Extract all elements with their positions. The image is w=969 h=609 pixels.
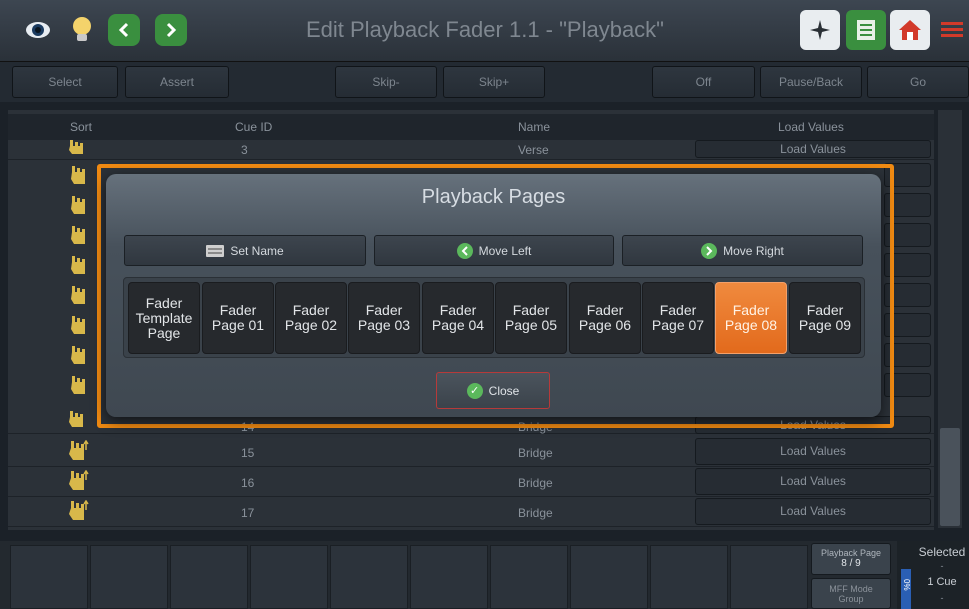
arrow-left-icon xyxy=(456,242,473,259)
load-values-button[interactable]: Load Values xyxy=(695,468,931,495)
mff-mode-value: Group xyxy=(838,594,864,604)
sort-hand-icon[interactable] xyxy=(66,411,88,431)
load-values-header[interactable]: Load Values xyxy=(778,120,844,134)
fader-slot[interactable] xyxy=(730,545,808,609)
cue-id-cell: 15 xyxy=(241,446,255,460)
selected-panel: 0% Selected - 1 Cue - xyxy=(897,541,969,609)
fader-slot[interactable] xyxy=(410,545,488,609)
selected-label: Selected xyxy=(918,545,966,559)
pause-back-button[interactable]: Pause/Back xyxy=(760,66,862,98)
load-values-button[interactable]: Load Values xyxy=(695,498,931,525)
fader-slot[interactable] xyxy=(330,545,408,609)
title-bar: Edit Playback Fader 1.1 - "Playback" xyxy=(0,0,969,62)
selected-dash: - xyxy=(940,561,944,571)
page-button-04[interactable]: Fader Page 04 xyxy=(422,282,494,354)
table-header: Sort Cue ID Name Load Values xyxy=(8,114,934,140)
mff-mode-button[interactable]: MFF Mode Group xyxy=(811,578,891,609)
menu-icon[interactable] xyxy=(934,10,969,50)
sort-hand-icon[interactable] xyxy=(66,440,90,464)
bulb-icon[interactable] xyxy=(62,10,102,50)
cue-name-cell: Bridge xyxy=(518,506,553,520)
name-header[interactable]: Name xyxy=(518,120,550,134)
cue-name-cell: Bridge xyxy=(518,476,553,490)
chevron-right-icon[interactable] xyxy=(155,14,187,46)
page-button-07[interactable]: Fader Page 07 xyxy=(642,282,714,354)
load-values-button[interactable]: Load Values xyxy=(695,438,931,465)
set-name-label: Set Name xyxy=(230,243,284,258)
fader-slot[interactable] xyxy=(170,545,248,609)
fader-slot[interactable] xyxy=(490,545,568,609)
page-button-02[interactable]: Fader Page 02 xyxy=(275,282,347,354)
go-button[interactable]: Go xyxy=(867,66,969,98)
fader-slot[interactable] xyxy=(650,545,728,609)
playback-toolbar: Select Assert Skip- Skip+ Off Pause/Back… xyxy=(0,62,969,102)
playback-page-label: Playback Page xyxy=(820,548,882,558)
skip-back-button[interactable]: Skip- xyxy=(335,66,437,98)
sort-hand-icon[interactable] xyxy=(66,140,88,158)
mff-mode-label: MFF Mode xyxy=(829,584,873,594)
page-button-03[interactable]: Fader Page 03 xyxy=(348,282,420,354)
home-icon[interactable] xyxy=(890,10,930,50)
page-button-template[interactable]: Fader Template Page xyxy=(128,282,200,354)
move-left-label: Move Left xyxy=(478,243,532,258)
cue-name-cell: Bridge xyxy=(518,446,553,460)
playback-pages-dialog: Playback Pages Set Name Move Left Move R… xyxy=(106,174,881,417)
scrollbar-thumb[interactable] xyxy=(940,428,960,526)
page-button-06[interactable]: Fader Page 06 xyxy=(569,282,641,354)
chevron-left-icon[interactable] xyxy=(108,14,140,46)
fader-slot[interactable] xyxy=(10,545,88,609)
sort-header[interactable]: Sort xyxy=(70,120,92,134)
sort-hand-icon[interactable] xyxy=(66,470,90,494)
level-bar: 0% xyxy=(901,569,911,609)
sparkle-icon[interactable] xyxy=(800,10,840,50)
cue-id-cell: 17 xyxy=(241,506,255,520)
table-scrollbar[interactable] xyxy=(938,110,962,528)
cue-name-cell: Verse xyxy=(518,143,549,157)
page-title: Edit Playback Fader 1.1 - "Playback" xyxy=(305,17,664,42)
cue-id-cell: 3 xyxy=(241,143,248,157)
playback-page-value: 8 / 9 xyxy=(841,558,861,569)
move-right-button[interactable]: Move Right xyxy=(622,235,863,266)
keyboard-icon xyxy=(206,244,225,257)
fader-slot[interactable] xyxy=(250,545,328,609)
sort-hand-icon[interactable] xyxy=(66,164,90,414)
cue-id-cell: 16 xyxy=(241,476,255,490)
assert-button[interactable]: Assert xyxy=(125,66,229,98)
select-button[interactable]: Select xyxy=(12,66,118,98)
table-row[interactable]: 17 Bridge Load Values xyxy=(8,497,934,527)
close-label: Close xyxy=(488,383,520,398)
level-percent: 0% xyxy=(902,579,911,591)
table-row[interactable]: 3 Verse Load Values xyxy=(8,140,934,160)
off-button[interactable]: Off xyxy=(652,66,755,98)
spreadsheet-icon[interactable] xyxy=(846,10,886,50)
move-left-button[interactable]: Move Left xyxy=(374,235,614,266)
check-icon: ✓ xyxy=(466,382,483,399)
cue-id-header[interactable]: Cue ID xyxy=(235,120,272,134)
move-right-label: Move Right xyxy=(723,243,784,258)
hidden-rows-sort-column xyxy=(66,164,90,419)
eye-icon[interactable] xyxy=(18,10,58,50)
sort-hand-icon[interactable] xyxy=(66,500,90,524)
set-name-button[interactable]: Set Name xyxy=(124,235,366,266)
pages-grid: Fader Template Page Fader Page 01 Fader Page… xyxy=(123,277,865,358)
page-button-05[interactable]: Fader Page 05 xyxy=(495,282,567,354)
close-button[interactable]: ✓ Close xyxy=(436,372,550,409)
dialog-title: Playback Pages xyxy=(421,186,566,208)
table-row[interactable]: 16 Bridge Load Values xyxy=(8,467,934,497)
fader-slot[interactable] xyxy=(570,545,648,609)
load-values-button[interactable]: Load Values xyxy=(695,140,931,158)
arrow-right-icon xyxy=(701,242,718,259)
page-button-09[interactable]: Fader Page 09 xyxy=(789,282,861,354)
playback-page-button[interactable]: Playback Page 8 / 9 xyxy=(811,543,891,575)
page-button-01[interactable]: Fader Page 01 xyxy=(202,282,274,354)
skip-forward-button[interactable]: Skip+ xyxy=(443,66,545,98)
selected-value: 1 Cue xyxy=(927,576,957,588)
table-row[interactable]: 15 Bridge Load Values xyxy=(8,437,934,467)
page-button-08-active[interactable]: Fader Page 08 xyxy=(715,282,787,354)
selected-dash: - xyxy=(940,593,944,603)
fader-slot[interactable] xyxy=(90,545,168,609)
